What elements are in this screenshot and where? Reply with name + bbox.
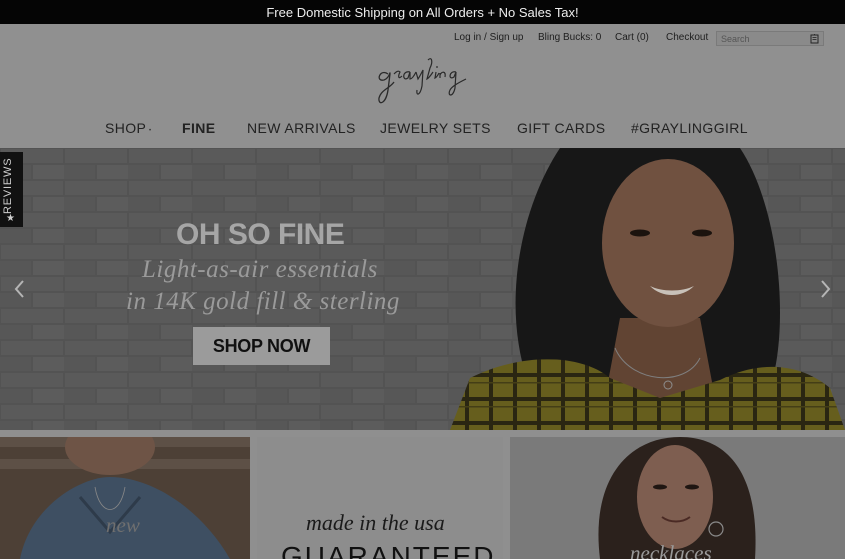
nav-shop[interactable]: SHOP bbox=[105, 120, 146, 136]
tile-new-image bbox=[0, 437, 250, 559]
tile-necklaces-label: necklaces bbox=[630, 541, 712, 559]
nav-new-arrivals[interactable]: NEW ARRIVALS bbox=[247, 120, 356, 136]
tile-new[interactable]: new bbox=[0, 437, 250, 559]
hero-subtitle-line1: Light-as-air essentials bbox=[142, 256, 378, 283]
hero-subtitle-line2: in 14K gold fill & sterling bbox=[126, 288, 400, 315]
nav-dropdown-dot: • bbox=[149, 128, 152, 134]
reviews-tab[interactable]: REVIEWS ★ bbox=[0, 152, 23, 227]
checkout-link[interactable]: Checkout bbox=[666, 32, 708, 43]
hero-next-arrow-icon[interactable] bbox=[818, 279, 832, 299]
nav-jewelry-sets[interactable]: JEWELRY SETS bbox=[380, 120, 491, 136]
nav-gift-cards[interactable]: GIFT CARDS bbox=[517, 120, 606, 136]
grayling-logo[interactable]: grayling bbox=[376, 52, 472, 110]
nav-graylinggirl[interactable]: #GRAYLINGGIRL bbox=[631, 120, 748, 136]
guaranteed-text: GUARANTEED bbox=[281, 541, 496, 559]
search-icon[interactable] bbox=[810, 33, 821, 44]
search-input[interactable] bbox=[721, 32, 807, 45]
reviews-tab-label: REVIEWS bbox=[2, 157, 14, 214]
search-box bbox=[716, 31, 824, 46]
star-icon: ★ bbox=[6, 213, 15, 224]
site-header: Log in / Sign up Bling Bucks: 0 Cart (0)… bbox=[0, 24, 845, 148]
made-in-usa-text: made in the usa bbox=[306, 510, 445, 535]
login-link[interactable]: Log in / Sign up bbox=[454, 32, 524, 43]
hero-banner[interactable]: OH SO FINE Light-as-air essentials in 14… bbox=[0, 148, 845, 430]
hero-title: OH SO FINE bbox=[176, 218, 345, 251]
nav-fine[interactable]: FINE bbox=[182, 120, 216, 136]
tile-made-in-usa[interactable]: made in the usa GUARANTEED bbox=[257, 437, 503, 559]
tile-necklaces[interactable]: necklaces bbox=[510, 437, 845, 559]
promo-text: Free Domestic Shipping on All Orders + N… bbox=[266, 4, 579, 20]
promo-bar: Free Domestic Shipping on All Orders + N… bbox=[0, 0, 845, 24]
hero-prev-arrow-icon[interactable] bbox=[13, 279, 27, 299]
cart-link[interactable]: Cart (0) bbox=[615, 32, 649, 43]
shop-now-button[interactable]: SHOP NOW bbox=[193, 327, 330, 365]
bling-bucks-link[interactable]: Bling Bucks: 0 bbox=[538, 32, 601, 43]
tile-new-label: new bbox=[106, 513, 140, 537]
